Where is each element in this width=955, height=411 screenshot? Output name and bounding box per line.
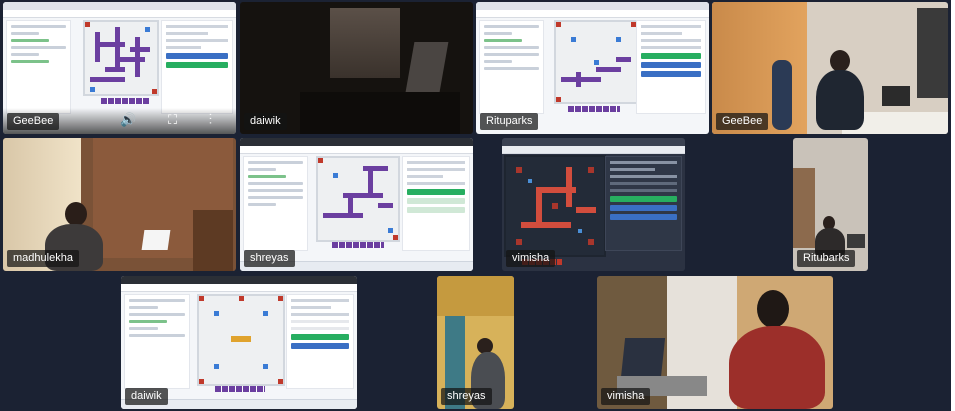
- score-panel: [605, 156, 682, 251]
- window-frame: [917, 8, 948, 98]
- participant-tile[interactable]: Ritubarks: [793, 138, 868, 271]
- person-head: [830, 50, 850, 72]
- scrabble-board: [197, 294, 285, 386]
- person-head: [65, 202, 87, 226]
- participant-tile[interactable]: 🔊 ⛶ ⋮ GeeBee: [3, 2, 236, 134]
- browser-tabs: [3, 2, 236, 10]
- participant-name: vimisha: [601, 388, 651, 405]
- scrabble-board: [83, 20, 159, 96]
- browser-address-bar: [476, 10, 709, 18]
- participant-name: daiwik: [125, 388, 168, 405]
- participant-name: GeeBee: [716, 113, 769, 130]
- player-controls[interactable]: 🔊 ⛶ ⋮: [120, 112, 226, 128]
- board-tiles: [556, 22, 636, 102]
- participant-tile[interactable]: vimisha: [502, 138, 685, 271]
- score-panel: [402, 156, 470, 251]
- chair: [772, 60, 792, 130]
- board-tiles: [318, 158, 398, 240]
- tile-rack: [101, 98, 149, 104]
- desk: [300, 92, 460, 134]
- participant-name: shreyas: [441, 388, 492, 405]
- participant-tile[interactable]: Rituparks: [476, 2, 709, 134]
- person: [816, 70, 864, 130]
- browser-tabs: [121, 276, 357, 284]
- participant-tile[interactable]: shreyas: [240, 138, 473, 271]
- board-tiles: [506, 157, 604, 255]
- game-sidebar: [243, 156, 308, 251]
- laptop: [882, 86, 910, 106]
- browser-tabs: [476, 2, 709, 10]
- person-head: [757, 290, 789, 328]
- video-call-grid: 🔊 ⛶ ⋮ GeeBee daiwik Rituparks GeeBee mad…: [0, 0, 951, 411]
- window-blind: [330, 8, 400, 78]
- laptop: [847, 234, 865, 248]
- board-tiles: [85, 22, 157, 94]
- tile-rack: [332, 242, 384, 248]
- tile-rack: [568, 106, 620, 112]
- participant-name: Rituparks: [480, 113, 539, 130]
- score-panel: [636, 20, 706, 114]
- board-tiles: [199, 296, 283, 384]
- scrabble-board: [554, 20, 638, 104]
- participant-name: daiwik: [244, 113, 287, 130]
- game-sidebar: [6, 20, 71, 114]
- scrabble-board: [504, 155, 606, 257]
- laptop: [141, 230, 171, 250]
- chair: [193, 210, 233, 271]
- browser-address-bar: [3, 10, 236, 18]
- tile-rack: [215, 386, 265, 392]
- browser-address-bar: [502, 146, 685, 154]
- browser-address-bar: [240, 146, 473, 154]
- game-sidebar: [124, 294, 190, 389]
- score-panel: [286, 294, 354, 389]
- scrabble-board: [316, 156, 400, 242]
- participant-tile[interactable]: daiwik: [121, 276, 357, 409]
- browser-address-bar: [121, 284, 357, 292]
- participant-name: Ritubarks: [797, 250, 856, 267]
- door: [793, 168, 815, 248]
- browser-tabs: [502, 138, 685, 146]
- participant-tile[interactable]: shreyas: [437, 276, 514, 409]
- game-sidebar: [479, 20, 544, 114]
- laptop-screen: [620, 338, 666, 378]
- score-panel: [161, 20, 233, 114]
- participant-name: vimisha: [506, 250, 556, 267]
- browser-tabs: [240, 138, 473, 146]
- participant-name: shreyas: [244, 250, 295, 267]
- participant-tile[interactable]: GeeBee: [712, 2, 948, 134]
- wall: [437, 276, 514, 316]
- participant-tile[interactable]: vimisha: [597, 276, 833, 409]
- person: [729, 326, 825, 409]
- participant-name: GeeBee: [7, 113, 60, 130]
- participant-tile[interactable]: madhulekha: [3, 138, 236, 271]
- participant-tile[interactable]: daiwik: [240, 2, 473, 134]
- laptop: [405, 42, 449, 92]
- participant-name: madhulekha: [7, 250, 79, 267]
